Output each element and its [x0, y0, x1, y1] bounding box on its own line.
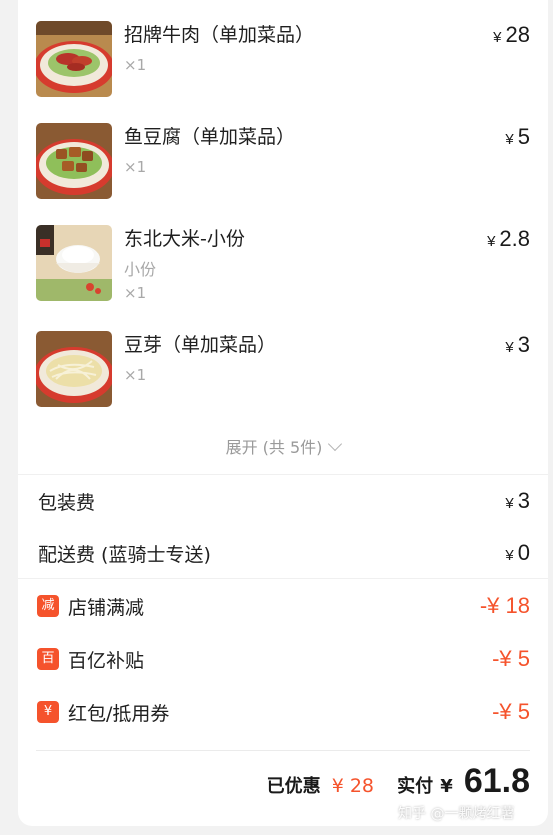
- item-name: 鱼豆腐（单加菜品）: [124, 126, 296, 148]
- item-name: 招牌牛肉（单加菜品）: [124, 24, 315, 46]
- store-discount-amount: -¥ 18: [479, 593, 530, 618]
- item-price-value: 2.8: [499, 226, 530, 251]
- item-price: ¥3: [505, 332, 530, 358]
- currency-symbol: ¥: [505, 131, 514, 148]
- item-name: 东北大米-小份: [124, 228, 245, 250]
- paid-label: 实付: [397, 776, 434, 797]
- coupon-badge-icon: ¥: [37, 701, 59, 723]
- delivery-fee-value: ¥0: [505, 540, 530, 566]
- currency-symbol: ¥: [505, 495, 514, 512]
- divider: [18, 474, 548, 475]
- item-price-value: 5: [517, 124, 530, 149]
- saved-amount: ¥ 28: [331, 775, 374, 797]
- paid-currency: ¥: [440, 776, 453, 797]
- store-discount-badge-icon: 减: [37, 595, 59, 617]
- currency-symbol: ¥: [505, 339, 514, 356]
- order-item[interactable]: 豆芽（单加菜品） ×1 ¥3: [18, 322, 548, 412]
- order-item[interactable]: 招牌牛肉（单加菜品） ×1 ¥28: [18, 12, 548, 102]
- rice-bowl-photo: [36, 225, 112, 301]
- item-price: ¥2.8: [487, 226, 530, 252]
- expand-label: 展开 (共 5件): [225, 438, 323, 457]
- item-price: ¥28: [493, 22, 530, 48]
- item-price-value: 3: [517, 332, 530, 357]
- currency-symbol: ¥: [487, 233, 496, 250]
- currency-symbol: ¥: [493, 29, 502, 46]
- fish-tofu-dish-photo: [36, 123, 112, 199]
- item-quantity: ×1: [124, 158, 147, 176]
- item-spec: 小份: [124, 260, 157, 279]
- coupon-label: 红包/抵用券: [68, 703, 170, 725]
- packing-fee-label: 包装费: [38, 492, 96, 514]
- currency-symbol: ¥: [505, 547, 514, 564]
- item-quantity: ×1: [124, 366, 147, 384]
- paid-amount: 61.8: [463, 762, 530, 800]
- store-discount-label: 店铺满减: [68, 597, 145, 619]
- beef-dish-photo: [36, 21, 112, 97]
- order-detail-card: 招牌牛肉（单加菜品） ×1 ¥28 鱼豆腐（单加菜品） ×1 ¥5 东北大米-小…: [18, 0, 548, 826]
- item-name: 豆芽（单加菜品）: [124, 334, 277, 356]
- item-quantity: ×1: [124, 56, 147, 74]
- subsidy-badge-icon: 百: [37, 648, 59, 670]
- order-item[interactable]: 鱼豆腐（单加菜品） ×1 ¥5: [18, 114, 548, 204]
- packing-fee-value: ¥3: [505, 488, 530, 514]
- item-quantity: ×1: [124, 284, 147, 302]
- coupon-amount: -¥ 5: [492, 699, 530, 724]
- bean-sprouts-dish-photo: [36, 331, 112, 407]
- watermark: 知乎 @一颗烤红薯: [398, 806, 515, 822]
- chevron-down-icon: [328, 436, 343, 452]
- subsidy-label: 百亿补贴: [68, 650, 145, 672]
- packing-fee-amount: 3: [517, 488, 530, 513]
- divider: [18, 578, 548, 579]
- subsidy-amount: -¥ 5: [492, 646, 530, 671]
- delivery-fee-label: 配送费 (蓝骑士专送): [38, 544, 211, 566]
- item-price-value: 28: [505, 22, 530, 47]
- divider: [36, 750, 530, 751]
- expand-items-button[interactable]: 展开 (共 5件): [18, 434, 548, 458]
- saved-label: 已优惠: [266, 776, 321, 797]
- order-item[interactable]: 东北大米-小份 小份 ×1 ¥2.8: [18, 216, 548, 326]
- delivery-fee-amount: 0: [517, 540, 530, 565]
- item-price: ¥5: [505, 124, 530, 150]
